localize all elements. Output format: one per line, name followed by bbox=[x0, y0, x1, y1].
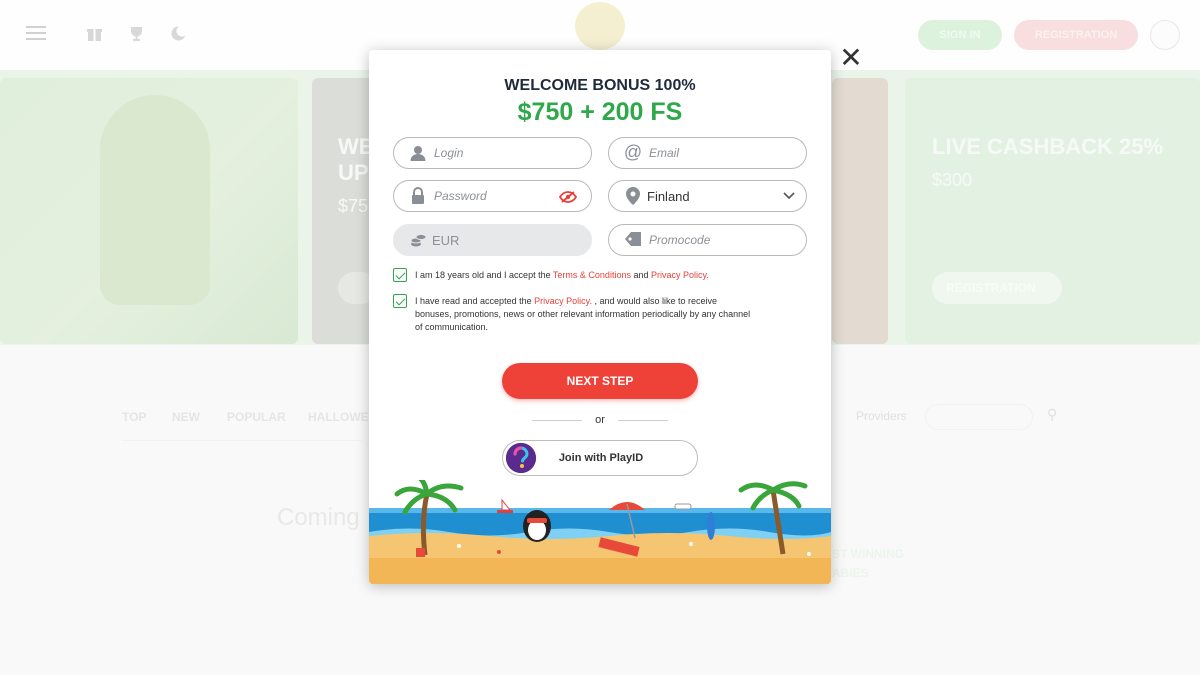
promocode-field[interactable] bbox=[608, 224, 807, 256]
or-separator: or bbox=[595, 414, 605, 426]
close-icon[interactable]: ✕ bbox=[838, 44, 864, 72]
tag-icon bbox=[623, 231, 643, 249]
beach-illustration bbox=[369, 480, 831, 584]
login-input[interactable] bbox=[434, 143, 564, 163]
consent-text: and bbox=[630, 270, 651, 280]
email-input[interactable] bbox=[649, 143, 779, 163]
currency-value: EUR bbox=[432, 233, 460, 248]
privacy-policy-link[interactable]: Privacy Policy. bbox=[534, 296, 592, 306]
marketing-consent-text: I have read and accepted the Privacy Pol… bbox=[415, 295, 755, 334]
email-field[interactable]: @ bbox=[608, 137, 807, 169]
password-input[interactable] bbox=[434, 186, 564, 206]
divider bbox=[618, 420, 668, 421]
age-consent-text: I am 18 years old and I accept the Terms… bbox=[415, 269, 755, 282]
login-field[interactable] bbox=[393, 137, 592, 169]
country-select[interactable]: Finland bbox=[608, 180, 807, 212]
country-value: Finland bbox=[647, 189, 690, 204]
chevron-down-icon bbox=[783, 188, 795, 203]
coins-icon bbox=[408, 231, 428, 249]
promocode-input[interactable] bbox=[649, 230, 779, 250]
marketing-consent-checkbox[interactable] bbox=[393, 294, 407, 308]
lock-icon bbox=[408, 187, 428, 205]
eye-hidden-icon[interactable] bbox=[558, 190, 578, 203]
playid-label: Join with PlayID bbox=[558, 452, 644, 464]
privacy-policy-link[interactable]: Privacy Policy. bbox=[651, 270, 709, 280]
currency-field: EUR bbox=[393, 224, 592, 256]
consent-text: I have read and accepted the bbox=[415, 296, 535, 306]
consent-text: I am 18 years old and I accept the bbox=[415, 270, 553, 280]
bonus-amount: $750 + 200 FS bbox=[517, 98, 683, 126]
user-icon bbox=[408, 144, 428, 162]
age-consent-checkbox[interactable] bbox=[393, 268, 407, 282]
password-field[interactable] bbox=[393, 180, 592, 212]
terms-link[interactable]: Terms & Conditions bbox=[553, 270, 631, 280]
playid-button[interactable]: Join with PlayID bbox=[502, 440, 698, 476]
at-icon: @ bbox=[623, 142, 643, 162]
next-step-button[interactable]: NEXT STEP bbox=[502, 363, 698, 399]
modal-title: WELCOME BONUS 100% bbox=[504, 77, 696, 94]
registration-modal: WELCOME BONUS 100% $750 + 200 FS @ Finla… bbox=[369, 50, 831, 584]
location-pin-icon bbox=[623, 187, 643, 205]
